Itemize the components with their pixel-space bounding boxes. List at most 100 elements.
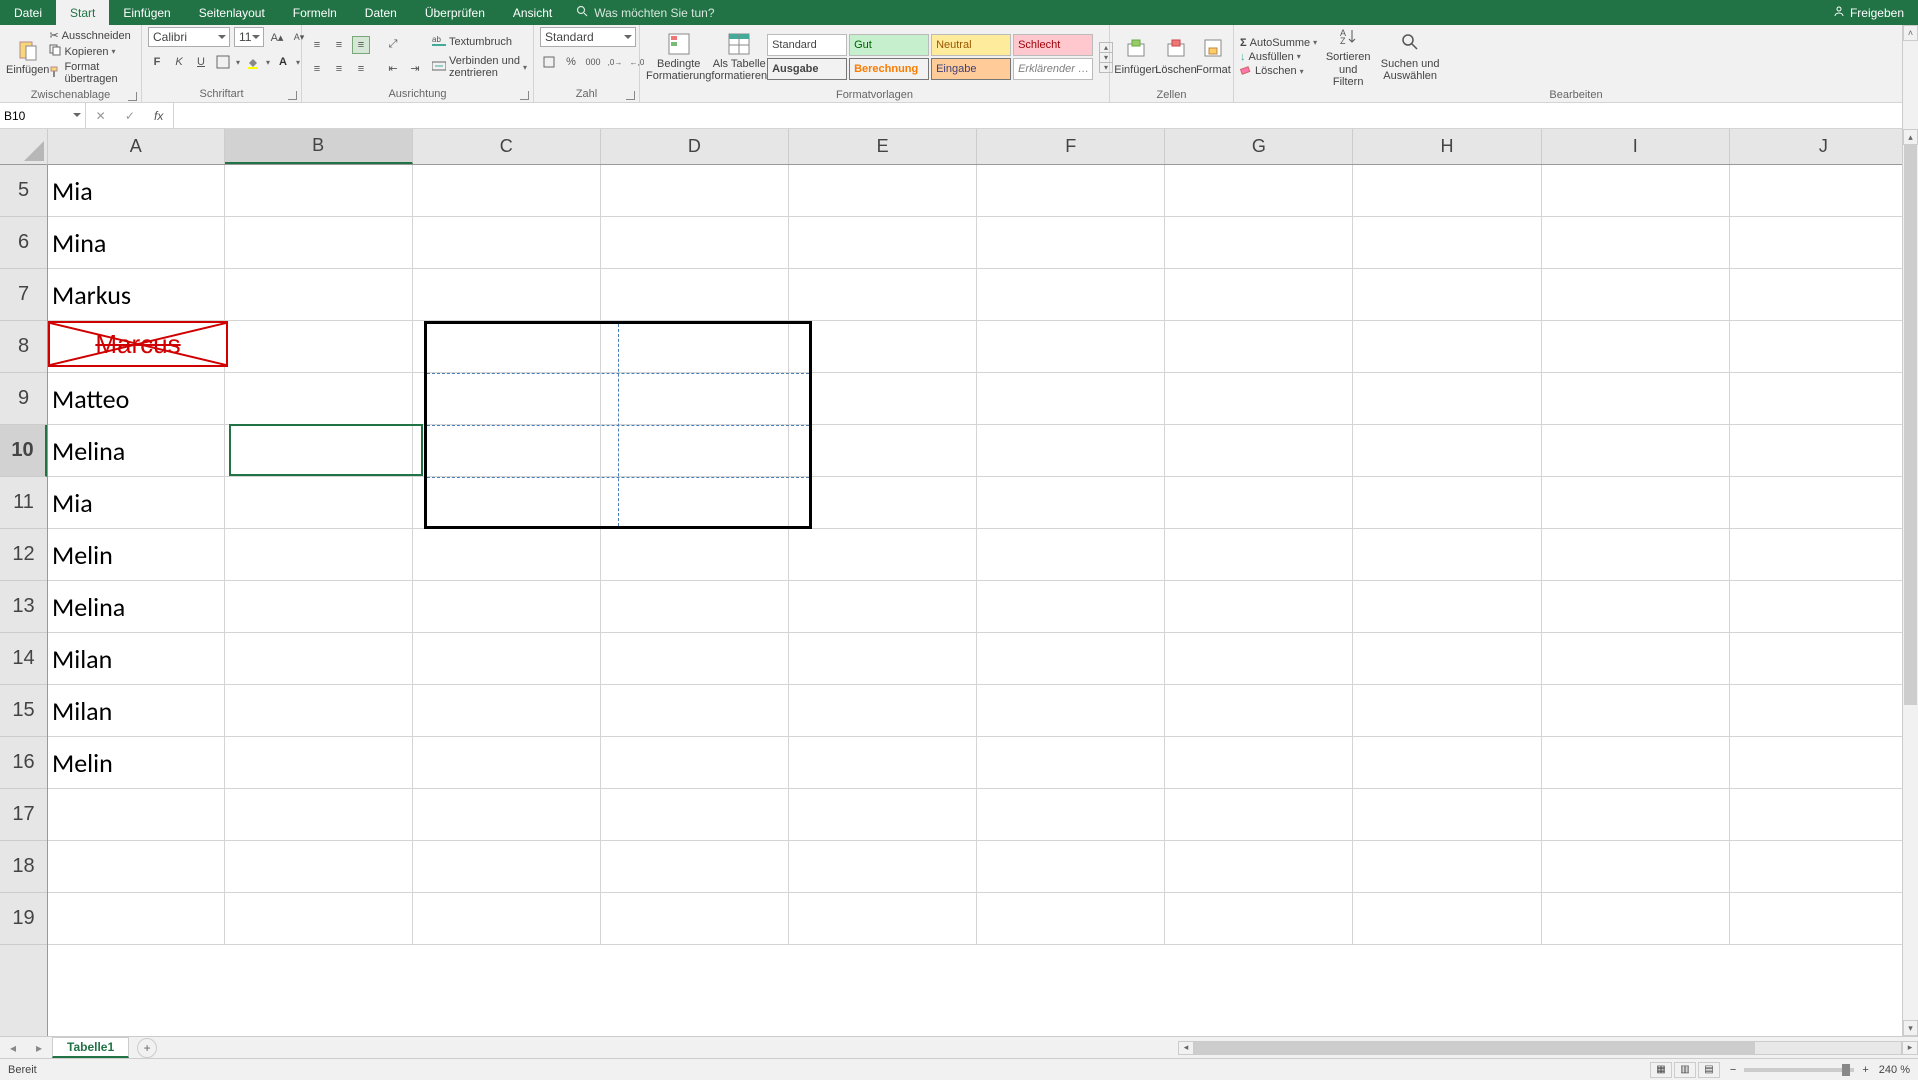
cell-H19[interactable] [1353,893,1541,944]
row-header-17[interactable]: 17 [0,789,47,841]
cell-E10[interactable] [789,425,977,476]
font-name-combo[interactable]: Calibri [148,27,230,47]
cell-G14[interactable] [1165,633,1353,684]
cell-A15[interactable]: Milan [48,685,225,736]
zoom-out-button[interactable]: − [1730,1064,1736,1076]
style-schlecht[interactable]: Schlecht [1013,34,1093,56]
cell-E17[interactable] [789,789,977,840]
share-button[interactable]: Freigeben [1819,0,1918,25]
sheet-nav-prev-icon[interactable]: ◂ [10,1041,16,1055]
cell-A9[interactable]: Matteo [48,373,225,424]
align-center-icon[interactable]: ≡ [330,60,348,78]
cell-D16[interactable] [601,737,789,788]
cell-J18[interactable] [1730,841,1918,892]
cell-H9[interactable] [1353,373,1541,424]
cell-J10[interactable] [1730,425,1918,476]
cell-E16[interactable] [789,737,977,788]
cell-A14[interactable]: Milan [48,633,225,684]
tab-einfuegen[interactable]: Einfügen [109,0,184,25]
cell-F7[interactable] [977,269,1165,320]
dialog-launcher-icon[interactable] [288,91,297,100]
cell-I12[interactable] [1542,529,1730,580]
copy-button[interactable]: Kopieren▾ [49,44,135,59]
scroll-left-icon[interactable]: ◂ [1178,1041,1194,1055]
cell-D9[interactable] [601,373,789,424]
cell-I5[interactable] [1542,165,1730,216]
cell-G12[interactable] [1165,529,1353,580]
view-page-layout-icon[interactable]: ▥ [1674,1062,1696,1078]
increase-decimal-icon[interactable]: ,0→ [606,53,624,71]
increase-indent-icon[interactable]: ⇥ [406,60,424,78]
cell-D19[interactable] [601,893,789,944]
cell-D10[interactable] [601,425,789,476]
cell-D7[interactable] [601,269,789,320]
cell-F6[interactable] [977,217,1165,268]
font-color-button[interactable]: A [274,53,292,71]
cell-F10[interactable] [977,425,1165,476]
cell-H6[interactable] [1353,217,1541,268]
cell-D8[interactable] [601,321,789,372]
cell-J9[interactable] [1730,373,1918,424]
cell-D11[interactable] [601,477,789,528]
cell-G15[interactable] [1165,685,1353,736]
cell-C6[interactable] [413,217,601,268]
cell-F9[interactable] [977,373,1165,424]
cell-B9[interactable] [225,373,413,424]
row-header-11[interactable]: 11 [0,477,47,529]
cell-I6[interactable] [1542,217,1730,268]
column-header-D[interactable]: D [601,129,789,164]
chevron-down-icon[interactable]: ▾ [266,58,270,67]
cell-B13[interactable] [225,581,413,632]
scroll-down-icon[interactable]: ▾ [1903,1020,1918,1036]
tab-start[interactable]: Start [56,0,109,25]
format-cells-button[interactable]: Format [1196,27,1231,87]
select-all-corner[interactable] [0,129,48,165]
cell-C17[interactable] [413,789,601,840]
cell-H12[interactable] [1353,529,1541,580]
cell-C10[interactable] [413,425,601,476]
style-eingabe[interactable]: Eingabe [931,58,1011,80]
cell-J12[interactable] [1730,529,1918,580]
format-as-table-button[interactable]: Als Tabelle formatieren [711,27,767,87]
column-header-A[interactable]: A [48,129,225,164]
cell-G7[interactable] [1165,269,1353,320]
view-page-break-icon[interactable]: ▤ [1698,1062,1720,1078]
add-sheet-button[interactable]: + [137,1038,157,1058]
decrease-indent-icon[interactable]: ⇤ [384,60,402,78]
cell-I11[interactable] [1542,477,1730,528]
cell-J7[interactable] [1730,269,1918,320]
cell-H18[interactable] [1353,841,1541,892]
cell-F14[interactable] [977,633,1165,684]
cell-J6[interactable] [1730,217,1918,268]
align-bottom-icon[interactable]: ≡ [352,36,370,54]
column-header-I[interactable]: I [1542,129,1730,164]
cell-G5[interactable] [1165,165,1353,216]
style-gut[interactable]: Gut [849,34,929,56]
bold-button[interactable]: F [148,53,166,71]
column-header-C[interactable]: C [413,129,601,164]
zoom-in-button[interactable]: + [1862,1064,1868,1076]
row-header-18[interactable]: 18 [0,841,47,893]
cell-E6[interactable] [789,217,977,268]
cell-I9[interactable] [1542,373,1730,424]
merge-center-button[interactable]: Verbinden und zentrieren▾ [432,55,527,79]
cell-G16[interactable] [1165,737,1353,788]
cell-C18[interactable] [413,841,601,892]
dialog-launcher-icon[interactable] [520,91,529,100]
cell-E12[interactable] [789,529,977,580]
zoom-value[interactable]: 240 % [1879,1064,1910,1076]
vscroll-thumb[interactable] [1904,145,1917,705]
zoom-knob[interactable] [1842,1064,1850,1076]
cell-F12[interactable] [977,529,1165,580]
cell-C19[interactable] [413,893,601,944]
cell-G10[interactable] [1165,425,1353,476]
cell-E19[interactable] [789,893,977,944]
cell-A13[interactable]: Melina [48,581,225,632]
cell-B15[interactable] [225,685,413,736]
cell-C15[interactable] [413,685,601,736]
align-right-icon[interactable]: ≡ [352,60,370,78]
cell-I14[interactable] [1542,633,1730,684]
fill-button[interactable]: ↓Ausfüllen▾ [1240,51,1317,63]
scroll-up-icon[interactable]: ▴ [1903,129,1918,145]
cell-B12[interactable] [225,529,413,580]
